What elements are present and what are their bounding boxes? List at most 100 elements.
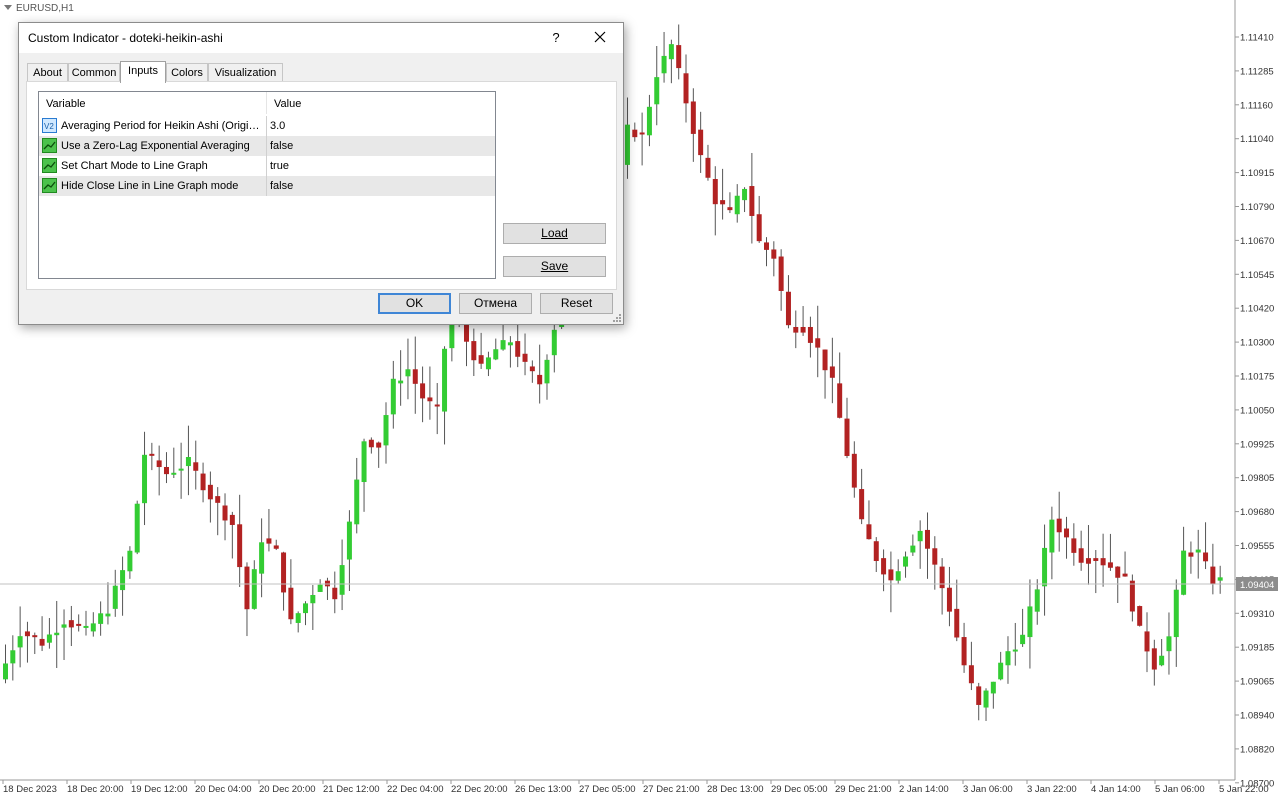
bull-candle <box>493 349 499 360</box>
chart-symbol-title: EURUSD,H1 <box>4 3 74 14</box>
bull-candle <box>259 542 265 574</box>
bear-candle <box>24 631 30 637</box>
bear-candle <box>68 620 74 628</box>
bull-candle <box>83 625 89 628</box>
bear-candle <box>1144 631 1150 652</box>
ok-button[interactable]: OK <box>378 293 451 314</box>
tab-about[interactable]: About <box>27 63 68 82</box>
bull-candle <box>917 530 923 542</box>
bull-candle <box>1173 589 1179 638</box>
price-label: 1.10545 <box>1240 270 1274 281</box>
dialog-titlebar[interactable]: Custom Indicator - doteki-heikin-ashi ? <box>19 23 623 53</box>
bull-candle <box>112 585 118 609</box>
bull-candle <box>442 348 448 412</box>
time-label: 18 Dec 20:00 <box>67 784 124 795</box>
close-button[interactable] <box>587 28 613 48</box>
bull-candle <box>90 623 96 632</box>
bear-candle <box>873 541 879 562</box>
bull-candle <box>105 613 111 617</box>
bull-candle <box>661 55 667 74</box>
svg-text:V2: V2 <box>44 122 54 131</box>
price-label: 1.09925 <box>1240 439 1274 450</box>
table-row[interactable]: Set Chart Mode to Line Graph true <box>39 156 495 176</box>
bear-candle <box>690 101 696 134</box>
resize-grip-icon[interactable] <box>613 314 621 322</box>
price-label: 1.10175 <box>1240 372 1274 383</box>
time-label: 20 Dec 04:00 <box>195 784 252 795</box>
table-row[interactable]: V2 Averaging Period for Heikin Ashi (Ori… <box>39 116 495 136</box>
time-label: 5 Jan 06:00 <box>1155 784 1205 795</box>
bear-candle <box>676 45 682 69</box>
bull-candle <box>998 662 1004 680</box>
input-value[interactable]: true <box>266 156 289 176</box>
price-label: 1.10790 <box>1240 202 1274 213</box>
bear-candle <box>1129 580 1135 612</box>
bear-candle <box>954 608 960 638</box>
tab-colors[interactable]: Colors <box>166 63 208 82</box>
bear-candle <box>829 366 835 378</box>
bull-candle <box>1217 577 1223 581</box>
time-label: 29 Dec 21:00 <box>835 784 892 795</box>
price-label: 1.08820 <box>1240 744 1274 755</box>
bear-candle <box>968 665 974 684</box>
bear-candle <box>478 355 484 364</box>
load-button[interactable]: Load <box>503 223 606 244</box>
bear-candle <box>683 73 689 104</box>
time-label: 21 Dec 12:00 <box>323 784 380 795</box>
bear-candle <box>229 514 235 525</box>
bull-candle <box>178 468 184 471</box>
input-variable-name: Averaging Period for Heikin Ashi (Origin… <box>61 120 264 132</box>
inputs-table[interactable]: Variable Value V2 Averaging Period for H… <box>38 91 496 279</box>
reset-button[interactable]: Reset <box>540 293 613 314</box>
bull-candle <box>171 472 177 475</box>
tab-inputs[interactable]: Inputs <box>120 61 166 83</box>
bear-candle <box>1056 518 1062 533</box>
help-button[interactable]: ? <box>543 28 569 48</box>
bear-candle <box>412 369 418 384</box>
bear-candle <box>1137 606 1143 626</box>
input-value[interactable]: false <box>266 136 293 156</box>
bull-candle <box>485 357 491 370</box>
bull-candle <box>983 690 989 708</box>
bear-candle <box>961 637 967 666</box>
column-header-variable[interactable]: Variable <box>39 92 86 114</box>
bear-candle <box>1100 558 1106 566</box>
price-label: 1.09555 <box>1240 541 1274 552</box>
bear-candle <box>427 397 433 402</box>
load-button-label: Load <box>541 226 568 240</box>
bull-candle <box>734 195 740 215</box>
bear-candle <box>1107 562 1113 568</box>
bull-candle <box>354 479 360 525</box>
tab-visualization[interactable]: Visualization <box>208 63 283 82</box>
bear-candle <box>1188 552 1194 557</box>
bull-candle <box>742 188 748 201</box>
bear-candle <box>1203 552 1209 562</box>
bear-candle <box>859 489 865 520</box>
bear-candle <box>193 462 199 471</box>
bear-candle <box>778 256 784 291</box>
input-value[interactable]: 3.0 <box>266 116 285 136</box>
time-label: 26 Dec 13:00 <box>515 784 572 795</box>
input-value[interactable]: false <box>266 176 293 196</box>
bull-candle <box>910 545 916 553</box>
bull-candle <box>390 378 396 415</box>
bool-icon <box>42 178 57 193</box>
column-header-value[interactable]: Value <box>266 92 301 114</box>
inputs-panel: Variable Value V2 Averaging Period for H… <box>26 81 617 290</box>
time-label: 28 Dec 13:00 <box>707 784 764 795</box>
cancel-button[interactable]: Отмена <box>459 293 532 314</box>
tab-common[interactable]: Common <box>68 63 120 82</box>
save-button[interactable]: Save <box>503 256 606 277</box>
table-row[interactable]: Hide Close Line in Line Graph mode false <box>39 176 495 196</box>
bull-candle <box>54 632 60 636</box>
number-icon: V2 <box>42 118 57 133</box>
save-button-label: Save <box>540 259 569 273</box>
dialog-title: Custom Indicator - doteki-heikin-ashi <box>28 31 223 45</box>
bull-candle <box>120 570 126 591</box>
table-row[interactable]: Use a Zero-Lag Exponential Averaging fal… <box>39 136 495 156</box>
bull-candle <box>346 521 352 560</box>
input-variable-name: Use a Zero-Lag Exponential Averaging <box>61 140 250 152</box>
bull-candle <box>1049 519 1055 553</box>
bear-candle <box>881 558 887 575</box>
price-label: 1.09680 <box>1240 507 1274 518</box>
